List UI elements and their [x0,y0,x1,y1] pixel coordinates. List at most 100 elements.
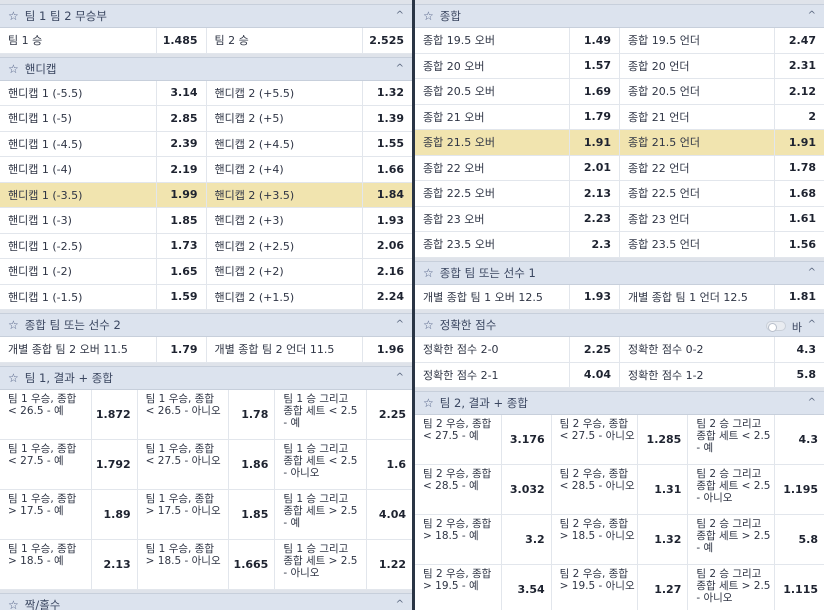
odds-cell[interactable]: 핸디캡 1 (-3.5) 1.99 [0,182,207,207]
odds-cell[interactable]: 팀 1 우승, 종합 < 26.5 - 아니오 1.78 [138,389,276,439]
odds-cell[interactable]: 개별 종합 팀 1 오버 12.5 1.93 [415,284,620,309]
odds-cell[interactable]: 팀 1 승 1.485 [0,28,207,53]
odds-cell[interactable]: 핸디캡 2 (+2) 2.16 [207,259,413,284]
star-icon[interactable]: ☆ [423,318,434,332]
market-header[interactable]: ☆ 팀 2, 결과 + 종합 ^ [415,391,824,415]
market-header[interactable]: ☆ 팀 1, 결과 + 종합 ^ [0,365,412,390]
odds-cell[interactable]: 팀 2 우승, 종합 < 27.5 - 예 3.176 [415,415,552,464]
odds-cell[interactable]: 종합 20.5 언더 2.12 [620,79,824,104]
chevron-up-icon[interactable]: ^ [396,319,404,330]
odds-cell[interactable]: 팀 2 승 그리고 종합 세트 > 2.5- 예 5.8 [688,515,824,564]
odds-cell[interactable]: 팀 2 승 그리고 종합 세트 < 2.5- 예 4.3 [688,415,824,464]
odds-cell[interactable]: 종합 22.5 언더 1.68 [620,181,824,206]
odds-cell[interactable]: 종합 23 오버 2.23 [415,206,620,231]
chevron-up-icon[interactable]: ^ [808,267,816,278]
odds-cell[interactable]: 팀 1 우승, 종합 < 27.5 - 예 1.792 [0,439,138,489]
odds-cell[interactable]: 종합 23.5 언더 1.56 [620,232,824,257]
odds-cell[interactable]: 종합 22 언더 1.78 [620,155,824,180]
odds-cell[interactable]: 종합 21 오버 1.79 [415,104,620,129]
star-icon[interactable]: ☆ [8,62,19,76]
star-icon[interactable]: ☆ [8,9,19,23]
odds-cell[interactable]: 핸디캡 2 (+5.5) 1.32 [207,80,413,105]
odds-cell[interactable]: 팀 2 우승, 종합 > 19.5 - 아니오 1.27 [552,565,689,610]
odds-cell[interactable]: 핸디캡 1 (-5) 2.85 [0,106,207,131]
odds-cell[interactable]: 종합 20 언더 2.31 [620,53,824,78]
odds-cell[interactable]: 팀 2 우승, 종합 > 18.5 - 아니오 1.32 [552,515,689,564]
odds-cell[interactable]: 핸디캡 1 (-5.5) 3.14 [0,80,207,105]
chevron-up-icon[interactable]: ^ [396,372,404,383]
odds-cell[interactable]: 핸디캡 2 (+4.5) 1.55 [207,131,413,156]
market-header[interactable]: ☆ 팀 1 팀 2 무승부 ^ [0,4,412,28]
chevron-up-icon[interactable]: ^ [808,319,816,330]
odds-cell[interactable]: 팀 1 우승, 종합 > 18.5 - 아니오 1.665 [138,539,276,589]
odds-cell[interactable]: 개별 종합 팀 2 오버 11.5 1.79 [0,337,207,362]
odds-cell[interactable]: 팀 1 승 그리고 종합 세트 < 2.5- 예 2.25 [275,389,412,439]
odds-cell[interactable]: 팀 1 우승, 종합 > 17.5 - 아니오 1.85 [138,489,276,539]
star-icon[interactable]: ☆ [423,396,434,410]
odds-cell[interactable]: 정확한 점수 1-2 5.8 [620,362,824,387]
star-icon[interactable]: ☆ [8,318,19,332]
market-header[interactable]: ☆ 종합 팀 또는 선수 2 ^ [0,313,412,337]
market-header[interactable]: ☆ 종합 팀 또는 선수 1 ^ [415,260,824,285]
odds-cell[interactable]: 팀 2 우승, 종합 < 28.5 - 아니오 1.31 [552,465,689,514]
odds-cell[interactable]: 종합 21.5 오버 1.91 [415,130,620,155]
outcome-name: 팀 1 승 [8,34,43,48]
star-icon[interactable]: ☆ [423,266,434,280]
odds-cell[interactable]: 핸디캡 1 (-4) 2.19 [0,157,207,182]
odds-cell[interactable]: 종합 22.5 오버 2.13 [415,181,620,206]
odds-cell[interactable]: 팀 2 우승, 종합 < 28.5 - 예 3.032 [415,465,552,514]
odds-cell[interactable]: 핸디캡 2 (+3) 1.93 [207,208,413,233]
odds-cell[interactable]: 팀 2 승 그리고 종합 세트 > 2.5- 아니오 1.115 [688,565,824,610]
odds-cell[interactable]: 개별 종합 팀 1 언더 12.5 1.81 [620,284,824,309]
market-header[interactable]: ☆ 핸디캡 ^ [0,56,412,81]
toggle-switch[interactable] [766,321,786,332]
chevron-up-icon[interactable]: ^ [396,10,404,21]
odds-cell[interactable]: 핸디캡 1 (-4.5) 2.39 [0,131,207,156]
chevron-up-icon[interactable]: ^ [396,599,404,610]
odds-cell[interactable]: 핸디캡 1 (-3) 1.85 [0,208,207,233]
odds-cell[interactable]: 팀 2 우승, 종합 > 18.5 - 예 3.2 [415,515,552,564]
odds-cell[interactable]: 팀 2 승 2.525 [207,28,413,53]
odds-cell[interactable]: 팀 1 우승, 종합 > 17.5 - 예 1.89 [0,489,138,539]
odds-cell[interactable]: 종합 23.5 오버 2.3 [415,232,620,257]
odds-cell[interactable]: 핸디캡 2 (+5) 1.39 [207,106,413,131]
odds-cell[interactable]: 정확한 점수 0-2 4.3 [620,337,824,362]
odds-cell[interactable]: 정확한 점수 2-0 2.25 [415,337,620,362]
odds-cell[interactable]: 종합 19.5 오버 1.49 [415,28,620,53]
star-icon[interactable]: ☆ [8,598,19,610]
odds-cell[interactable]: 핸디캡 2 (+3.5) 1.84 [206,182,412,207]
odds-cell[interactable]: 종합 22 오버 2.01 [415,155,620,180]
odds-cell[interactable]: 종합 19.5 언더 2.47 [620,28,824,53]
odds-cell[interactable]: 핸디캡 2 (+2.5) 2.06 [207,233,413,258]
odds-cell[interactable]: 핸디캡 2 (+1.5) 2.24 [207,284,413,309]
odds-cell[interactable]: 핸디캡 2 (+4) 1.66 [207,157,413,182]
odds-cell[interactable]: 팀 1 우승, 종합 < 27.5 - 아니오 1.86 [138,439,276,489]
odds-cell[interactable]: 팀 2 우승, 종합 < 27.5 - 아니오 1.285 [552,415,689,464]
odds-cell[interactable]: 팀 2 승 그리고 종합 세트 < 2.5- 아니오 1.195 [688,465,824,514]
odds-cell[interactable]: 개별 종합 팀 2 언더 11.5 1.96 [207,337,413,362]
chevron-up-icon[interactable]: ^ [396,63,404,74]
odds-cell[interactable]: 종합 23 언더 1.61 [620,206,824,231]
star-icon[interactable]: ☆ [8,371,19,385]
odds-cell[interactable]: 종합 20 오버 1.57 [415,53,620,78]
odds-cell[interactable]: 정확한 점수 2-1 4.04 [415,362,620,387]
odds-cell[interactable]: 팀 1 우승, 종합 < 26.5 - 예 1.872 [0,389,138,439]
odds-cell[interactable]: 팀 2 우승, 종합 > 19.5 - 예 3.54 [415,565,552,610]
odds-cell[interactable]: 팀 1 우승, 종합 > 18.5 - 예 2.13 [0,539,138,589]
odds-cell[interactable]: 종합 21.5 언더 1.91 [620,130,824,155]
odds-cell[interactable]: 핸디캡 1 (-2) 1.65 [0,259,207,284]
chevron-up-icon[interactable]: ^ [808,397,816,408]
odds-cell[interactable]: 핸디캡 1 (-2.5) 1.73 [0,233,207,258]
market-header[interactable]: ☆ 짝/홀수 ^ [0,592,412,610]
odds-cell[interactable]: 팀 1 승 그리고 종합 세트 < 2.5- 아니오 1.6 [275,439,412,489]
market-header[interactable]: ☆ 정확한 점수 바 ^ [415,313,824,337]
odds-cell[interactable]: 팀 1 승 그리고 종합 세트 > 2.5- 아니오 1.22 [275,539,412,589]
market-header[interactable]: ☆ 종합 ^ [415,4,824,28]
odds-cell[interactable]: 핸디캡 1 (-1.5) 1.59 [0,284,207,309]
odds-cell[interactable]: 종합 21 언더 2 [620,104,824,129]
outcome-name: 팀 1 승 그리고 종합 세트 < 2.5- 예 [283,392,358,429]
odds-cell[interactable]: 팀 1 승 그리고 종합 세트 > 2.5- 예 4.04 [275,489,412,539]
odds-cell[interactable]: 종합 20.5 오버 1.69 [415,79,620,104]
chevron-up-icon[interactable]: ^ [808,10,816,21]
star-icon[interactable]: ☆ [423,9,434,23]
